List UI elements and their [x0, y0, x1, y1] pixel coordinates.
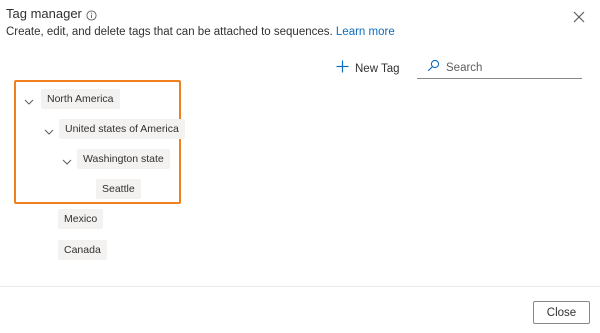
tree-item-washington: Washington state	[62, 149, 170, 169]
new-tag-label: New Tag	[355, 63, 400, 75]
tag-chip-north-america[interactable]: North America	[41, 89, 120, 109]
info-icon[interactable]	[86, 8, 97, 21]
tag-chip-washington[interactable]: Washington state	[77, 149, 170, 169]
tree-item-usa: United states of America	[44, 119, 185, 139]
tag-chip-mexico[interactable]: Mexico	[58, 209, 104, 229]
subtitle-text: Create, edit, and delete tags that can b…	[6, 26, 333, 38]
chevron-down-icon[interactable]	[24, 94, 34, 105]
new-tag-button[interactable]: New Tag	[336, 60, 400, 78]
tree-item-seattle: Seattle	[96, 179, 141, 199]
tag-chip-canada[interactable]: Canada	[58, 240, 107, 260]
chevron-down-icon[interactable]	[62, 154, 72, 165]
dialog-title-text: Tag manager	[6, 6, 82, 21]
dialog-title: Tag manager	[6, 6, 97, 21]
plus-icon	[336, 60, 349, 78]
footer-divider	[0, 286, 600, 287]
chevron-down-icon[interactable]	[44, 124, 54, 135]
search-placeholder: Search	[446, 61, 483, 74]
dialog-subtitle: Create, edit, and delete tags that can b…	[6, 26, 395, 38]
close-button[interactable]: Close	[533, 301, 590, 324]
tree-item-north-america: North America	[24, 89, 120, 109]
learn-more-link[interactable]: Learn more	[336, 26, 395, 38]
search-icon	[427, 59, 440, 77]
tree-item-canada: Canada	[58, 240, 107, 260]
search-input[interactable]: Search	[417, 57, 582, 79]
tag-chip-seattle[interactable]: Seattle	[96, 179, 141, 199]
tree-item-mexico: Mexico	[58, 209, 104, 229]
close-icon[interactable]	[572, 10, 586, 24]
tag-chip-usa[interactable]: United states of America	[59, 119, 185, 139]
tag-manager-dialog: Tag manager Create, edit, and delete tag…	[0, 0, 600, 333]
